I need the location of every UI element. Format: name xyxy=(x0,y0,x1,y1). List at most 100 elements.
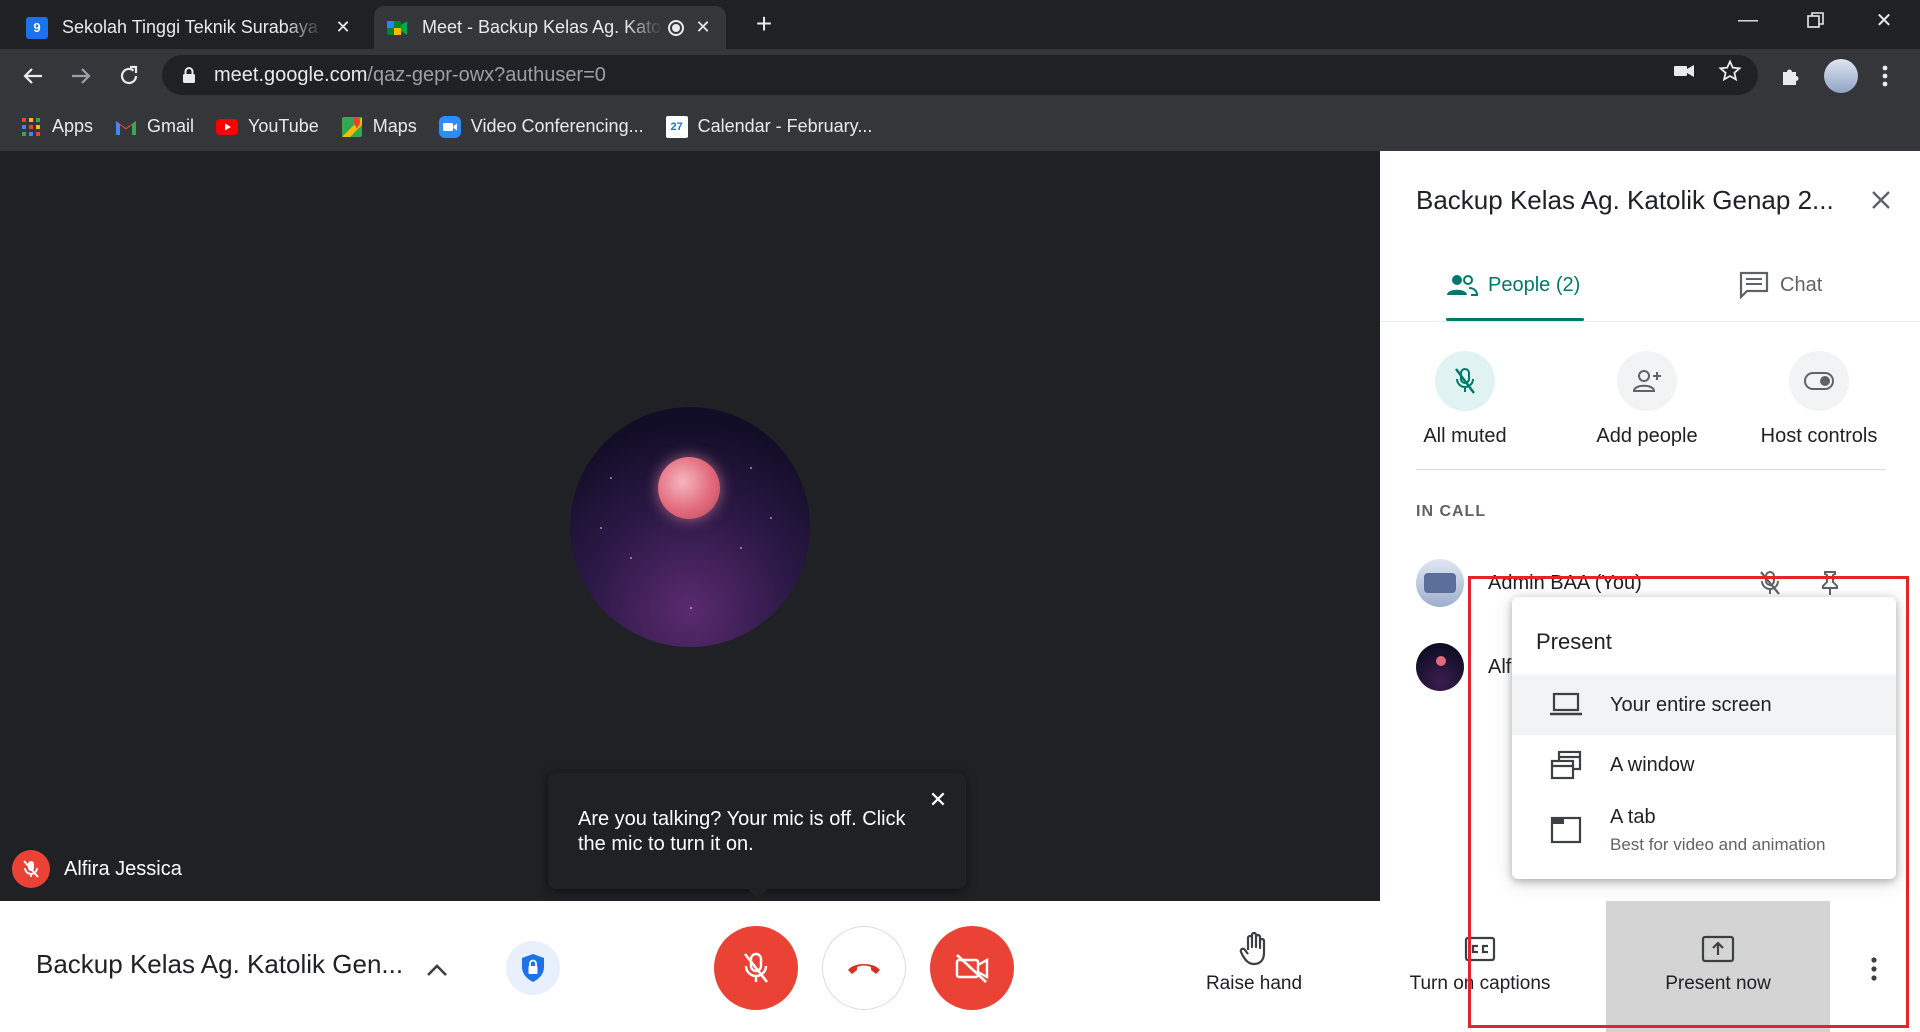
present-entire-screen-option[interactable]: Your entire screen xyxy=(1512,675,1896,735)
mic-off-icon xyxy=(1754,567,1786,599)
tab-chat-label: Chat xyxy=(1780,273,1823,296)
option-sublabel: Best for video and animation xyxy=(1610,834,1826,854)
add-people-button[interactable]: Add people xyxy=(1562,351,1732,448)
url-path: /qaz-gepr-owx?authuser=0 xyxy=(367,63,606,86)
camera-toggle-button[interactable] xyxy=(930,926,1014,1010)
star-dot xyxy=(630,557,632,559)
participant-avatar-large xyxy=(570,407,810,647)
close-panel-icon[interactable] xyxy=(1864,183,1898,217)
add-people-label: Add people xyxy=(1596,425,1698,447)
meeting-title: Backup Kelas Ag. Katolik Gen... xyxy=(36,949,404,979)
present-window-option[interactable]: A window xyxy=(1512,735,1896,795)
divider xyxy=(1416,469,1886,470)
recording-indicator-icon xyxy=(668,19,684,36)
option-label: A window xyxy=(1610,753,1695,776)
star-dot xyxy=(600,527,602,529)
bookmark-label: Gmail xyxy=(147,116,195,136)
close-icon[interactable]: ✕ xyxy=(926,787,950,812)
bookmark-label: Video Conferencing... xyxy=(470,116,644,136)
option-label: A tab xyxy=(1610,805,1656,828)
camera-in-use-icon[interactable] xyxy=(1672,59,1696,83)
moon-image xyxy=(658,457,720,519)
zoom-icon xyxy=(438,115,461,138)
youtube-icon xyxy=(216,116,239,138)
bookmark-maps[interactable]: Maps xyxy=(341,116,417,138)
shield-lock-icon[interactable] xyxy=(506,941,560,995)
pin-icon[interactable] xyxy=(1814,567,1846,599)
present-menu-title: Present xyxy=(1536,629,1612,654)
close-tab-icon[interactable]: ✕ xyxy=(692,17,714,39)
video-stage: Alfira Jessica Are you talking? Your mic… xyxy=(0,151,1380,901)
back-button[interactable] xyxy=(16,59,50,93)
participant-name: Admin BAA (You) xyxy=(1488,571,1642,594)
hand-icon xyxy=(1236,931,1272,967)
restore-icon[interactable] xyxy=(1786,0,1846,40)
tab-chat[interactable]: Chat xyxy=(1738,269,1822,301)
participant-name-tag: Alfira Jessica xyxy=(12,850,182,888)
address-bar[interactable]: meet.google.com/qaz-gepr-owx?authuser=0 xyxy=(162,55,1758,95)
profile-avatar[interactable] xyxy=(1824,59,1858,93)
host-controls-label: Host controls xyxy=(1760,425,1878,447)
reload-button[interactable] xyxy=(112,59,146,93)
present-now-label: Present now xyxy=(1665,973,1771,994)
url-host: meet.google.com xyxy=(214,63,368,86)
avatar xyxy=(1416,643,1464,691)
mic-off-icon xyxy=(1435,351,1495,411)
bookmark-apps[interactable]: Apps xyxy=(20,116,93,138)
host-controls-button[interactable]: Host controls xyxy=(1734,351,1904,448)
star-dot xyxy=(690,607,692,609)
browser-tab-meet[interactable]: Meet - Backup Kelas Ag. Katolik ✕ xyxy=(374,6,726,49)
meeting-controls-bar: Backup Kelas Ag. Katolik Gen... Raise ha… xyxy=(0,901,1920,1032)
star-bookmark-icon[interactable] xyxy=(1718,59,1742,83)
leave-call-button[interactable] xyxy=(822,926,906,1010)
participant-name: Alfira Jessica xyxy=(64,857,182,880)
bookmark-youtube[interactable]: YouTube xyxy=(216,116,319,138)
tab-people[interactable]: People (2) xyxy=(1446,269,1580,301)
option-label: Your entire screen xyxy=(1610,693,1772,716)
star-dot xyxy=(740,547,742,549)
lock-icon xyxy=(183,67,195,83)
mic-off-icon xyxy=(743,952,769,983)
browser-tab-stts[interactable]: 9 Sekolah Tinggi Teknik Surabaya - ✕ xyxy=(14,6,366,49)
add-person-icon xyxy=(1617,351,1677,411)
tooltip-text: Are you talking? Your mic is off. Click … xyxy=(578,808,906,855)
bookmark-label: Apps xyxy=(52,116,94,136)
star-dot xyxy=(610,477,612,479)
captions-label: Turn on captions xyxy=(1409,973,1551,994)
new-tab-button[interactable]: + xyxy=(748,8,780,40)
microphone-toggle-button[interactable] xyxy=(714,926,798,1010)
captions-button[interactable]: Turn on captions xyxy=(1390,931,1570,1003)
bookmark-video-conferencing[interactable]: Video Conferencing... xyxy=(438,115,644,138)
bookmark-label: Calendar - February... xyxy=(697,116,873,136)
minimize-icon[interactable]: — xyxy=(1718,0,1778,40)
window-icon xyxy=(1548,750,1584,780)
close-window-icon[interactable]: ✕ xyxy=(1854,0,1914,40)
chevron-up-icon[interactable] xyxy=(420,953,454,987)
present-now-button[interactable]: Present now xyxy=(1606,901,1830,1032)
panel-title: Backup Kelas Ag. Katolik Genap 2... xyxy=(1416,185,1834,215)
chrome-menu-icon[interactable] xyxy=(1870,61,1900,91)
all-muted-button[interactable]: All muted xyxy=(1380,351,1550,448)
tab-title: Sekolah Tinggi Teknik Surabaya - xyxy=(62,17,324,37)
raise-hand-button[interactable]: Raise hand xyxy=(1164,931,1344,1003)
calendar-9-icon: 9 xyxy=(26,16,48,39)
apps-grid-icon xyxy=(20,116,42,138)
bookmark-calendar[interactable]: 27 Calendar - February... xyxy=(665,115,873,138)
close-tab-icon[interactable]: ✕ xyxy=(332,17,354,39)
present-tab-option[interactable]: A tab Best for video and animation xyxy=(1512,795,1896,865)
camera-off-icon xyxy=(955,954,989,983)
laptop-icon xyxy=(1548,690,1584,720)
bookmark-gmail[interactable]: Gmail xyxy=(115,116,194,138)
present-menu: Present Your entire screen A window A ta… xyxy=(1512,597,1896,879)
extensions-icon[interactable] xyxy=(1776,61,1806,91)
raise-hand-label: Raise hand xyxy=(1205,973,1303,994)
forward-button[interactable] xyxy=(64,59,98,93)
google-meet-icon xyxy=(386,17,408,39)
more-options-icon[interactable] xyxy=(1856,951,1892,987)
closed-captions-icon xyxy=(1462,931,1498,967)
all-muted-label: All muted xyxy=(1423,425,1507,447)
mic-off-tooltip: Are you talking? Your mic is off. Click … xyxy=(548,773,966,899)
star-dot xyxy=(770,517,772,519)
toggle-icon xyxy=(1789,351,1849,411)
browser-toolbar: meet.google.com/qaz-gepr-owx?authuser=0 xyxy=(0,49,1920,102)
